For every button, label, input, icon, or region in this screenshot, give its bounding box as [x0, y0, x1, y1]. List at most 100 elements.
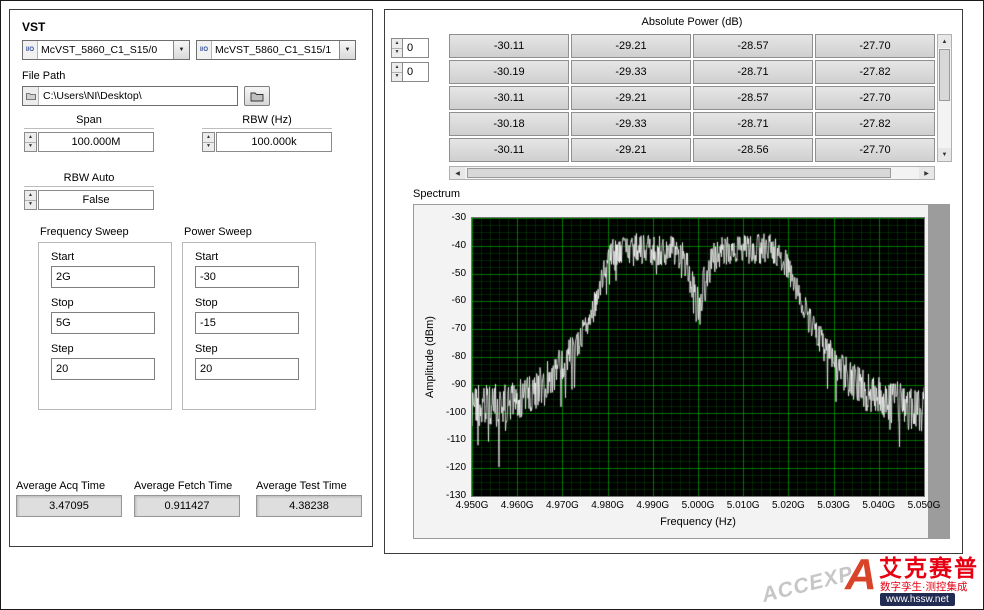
increment-icon[interactable]: ▲: [392, 63, 402, 73]
increment-icon[interactable]: ▲: [25, 191, 36, 201]
span-input[interactable]: 100.000M: [38, 132, 154, 152]
frequency-sweep-group: Start2GStop5GStep20: [38, 242, 172, 410]
x-tick-label: 4.990G: [636, 500, 669, 511]
power-cell[interactable]: -27.70: [815, 34, 935, 58]
decrement-icon[interactable]: ▼: [203, 143, 214, 152]
y-tick-label: -50: [414, 268, 466, 279]
increment-icon[interactable]: ▲: [392, 39, 402, 49]
scroll-down-icon[interactable]: ▼: [938, 148, 951, 161]
path-icon: [23, 87, 39, 105]
table-horizontal-scrollbar[interactable]: ◀ ▶: [449, 166, 935, 180]
y-tick-label: -40: [414, 240, 466, 251]
decrement-icon[interactable]: ▼: [392, 73, 402, 82]
watermark-logo: A: [845, 551, 877, 599]
sweep-field-input[interactable]: 2G: [51, 266, 155, 288]
sweep-field-input[interactable]: 20: [195, 358, 299, 380]
table-vertical-scrollbar[interactable]: ▲ ▼: [937, 34, 952, 162]
power-cell[interactable]: -28.71: [693, 112, 813, 136]
hscroll-track[interactable]: [465, 167, 919, 179]
power-cell[interactable]: -30.19: [449, 60, 569, 84]
power-cell[interactable]: -27.70: [815, 138, 935, 162]
power-cell[interactable]: -27.82: [815, 112, 935, 136]
x-tick-label: 5.040G: [862, 500, 895, 511]
hscroll-thumb[interactable]: [467, 168, 891, 178]
average-label: Average Fetch Time: [134, 480, 244, 492]
application-window: VST File Path C:\Users\NI\Desktop\ Span …: [0, 0, 984, 610]
rbw-spinner[interactable]: ▲ ▼: [202, 132, 215, 152]
sweep-field-input[interactable]: 5G: [51, 312, 155, 334]
y-tick-label: -100: [414, 407, 466, 418]
index-spinner[interactable]: ▲▼: [391, 38, 403, 58]
x-tick-label: 4.980G: [591, 500, 624, 511]
increment-icon[interactable]: ▲: [25, 133, 36, 143]
power-cell[interactable]: -28.57: [693, 86, 813, 110]
y-tick-label: -70: [414, 323, 466, 334]
span-label: Span: [24, 114, 154, 129]
spectrum-graph: Amplitude (dBm) Frequency (Hz) -30-40-50…: [413, 204, 950, 539]
file-path-label: File Path: [22, 70, 65, 82]
power-cell[interactable]: -29.33: [571, 60, 691, 84]
x-tick-label: 5.050G: [908, 500, 941, 511]
power-cell[interactable]: -27.70: [815, 86, 935, 110]
decrement-icon[interactable]: ▼: [25, 201, 36, 210]
power-cell[interactable]: -30.11: [449, 86, 569, 110]
x-tick-label: 5.030G: [817, 500, 850, 511]
span-spinner[interactable]: ▲ ▼: [24, 132, 37, 152]
power-cell[interactable]: -29.21: [571, 138, 691, 162]
scroll-left-icon[interactable]: ◀: [450, 167, 465, 179]
power-cell[interactable]: -29.33: [571, 112, 691, 136]
rbw-input[interactable]: 100.000k: [216, 132, 332, 152]
spectrum-plot[interactable]: [471, 217, 925, 497]
sweep-field-label: Start: [51, 251, 159, 263]
io-icon: I/O: [197, 41, 212, 59]
power-sweep-group: Start-30Stop-15Step20: [182, 242, 316, 410]
scroll-up-icon[interactable]: ▲: [938, 35, 951, 48]
power-cell[interactable]: -30.18: [449, 112, 569, 136]
vscroll-track[interactable]: [938, 48, 951, 148]
power-cell[interactable]: -30.11: [449, 138, 569, 162]
graph-side-strip: [928, 205, 949, 538]
increment-icon[interactable]: ▲: [203, 133, 214, 143]
y-tick-label: -120: [414, 462, 466, 473]
vst-device-combo[interactable]: I/OMcVST_5860_C1_S15/0▼: [22, 40, 190, 60]
file-path-value[interactable]: C:\Users\NI\Desktop\: [39, 87, 237, 105]
sweep-field-label: Start: [195, 251, 303, 263]
sweep-field-input[interactable]: 20: [51, 358, 155, 380]
array-index-value: 0: [403, 38, 429, 58]
power-cell[interactable]: -29.21: [571, 34, 691, 58]
power-cell[interactable]: -30.11: [449, 34, 569, 58]
y-tick-label: -90: [414, 379, 466, 390]
vst-device-combo[interactable]: I/OMcVST_5860_C1_S15/1▼: [196, 40, 356, 60]
average-value: 3.47095: [16, 495, 122, 517]
y-tick-label: -110: [414, 434, 466, 445]
decrement-icon[interactable]: ▼: [25, 143, 36, 152]
x-axis-label: Frequency (Hz): [660, 516, 736, 528]
watermark-tagline: 数字孪生·测控集成: [880, 579, 968, 594]
file-path-control[interactable]: C:\Users\NI\Desktop\: [22, 86, 238, 106]
chevron-down-icon[interactable]: ▼: [173, 41, 189, 59]
decrement-icon[interactable]: ▼: [392, 49, 402, 58]
chevron-down-icon[interactable]: ▼: [339, 41, 355, 59]
x-tick-label: 4.960G: [501, 500, 534, 511]
sweep-field-input[interactable]: -30: [195, 266, 299, 288]
vscroll-thumb[interactable]: [939, 49, 950, 101]
average-indicator-group: Average Fetch Time0.911427: [134, 480, 244, 517]
index-spinner[interactable]: ▲▼: [391, 62, 403, 82]
rbw-auto-label: RBW Auto: [24, 172, 154, 187]
power-cell[interactable]: -28.57: [693, 34, 813, 58]
rbw-auto-input[interactable]: False: [38, 190, 154, 210]
browse-button[interactable]: [244, 86, 270, 106]
power-cell[interactable]: -28.71: [693, 60, 813, 84]
array-index-control[interactable]: ▲▼0: [391, 38, 429, 58]
power-cell[interactable]: -27.82: [815, 60, 935, 84]
y-tick-label: -80: [414, 351, 466, 362]
scroll-right-icon[interactable]: ▶: [919, 167, 934, 179]
rbw-auto-spinner[interactable]: ▲ ▼: [24, 190, 37, 210]
array-index-control[interactable]: ▲▼0: [391, 62, 429, 82]
x-tick-label: 5.020G: [772, 500, 805, 511]
sweep-field-label: Step: [195, 343, 303, 355]
sweep-field-input[interactable]: -15: [195, 312, 299, 334]
power-cell[interactable]: -29.21: [571, 86, 691, 110]
power-cell[interactable]: -28.56: [693, 138, 813, 162]
watermark-brand-en: ACCEXP: [759, 562, 856, 608]
